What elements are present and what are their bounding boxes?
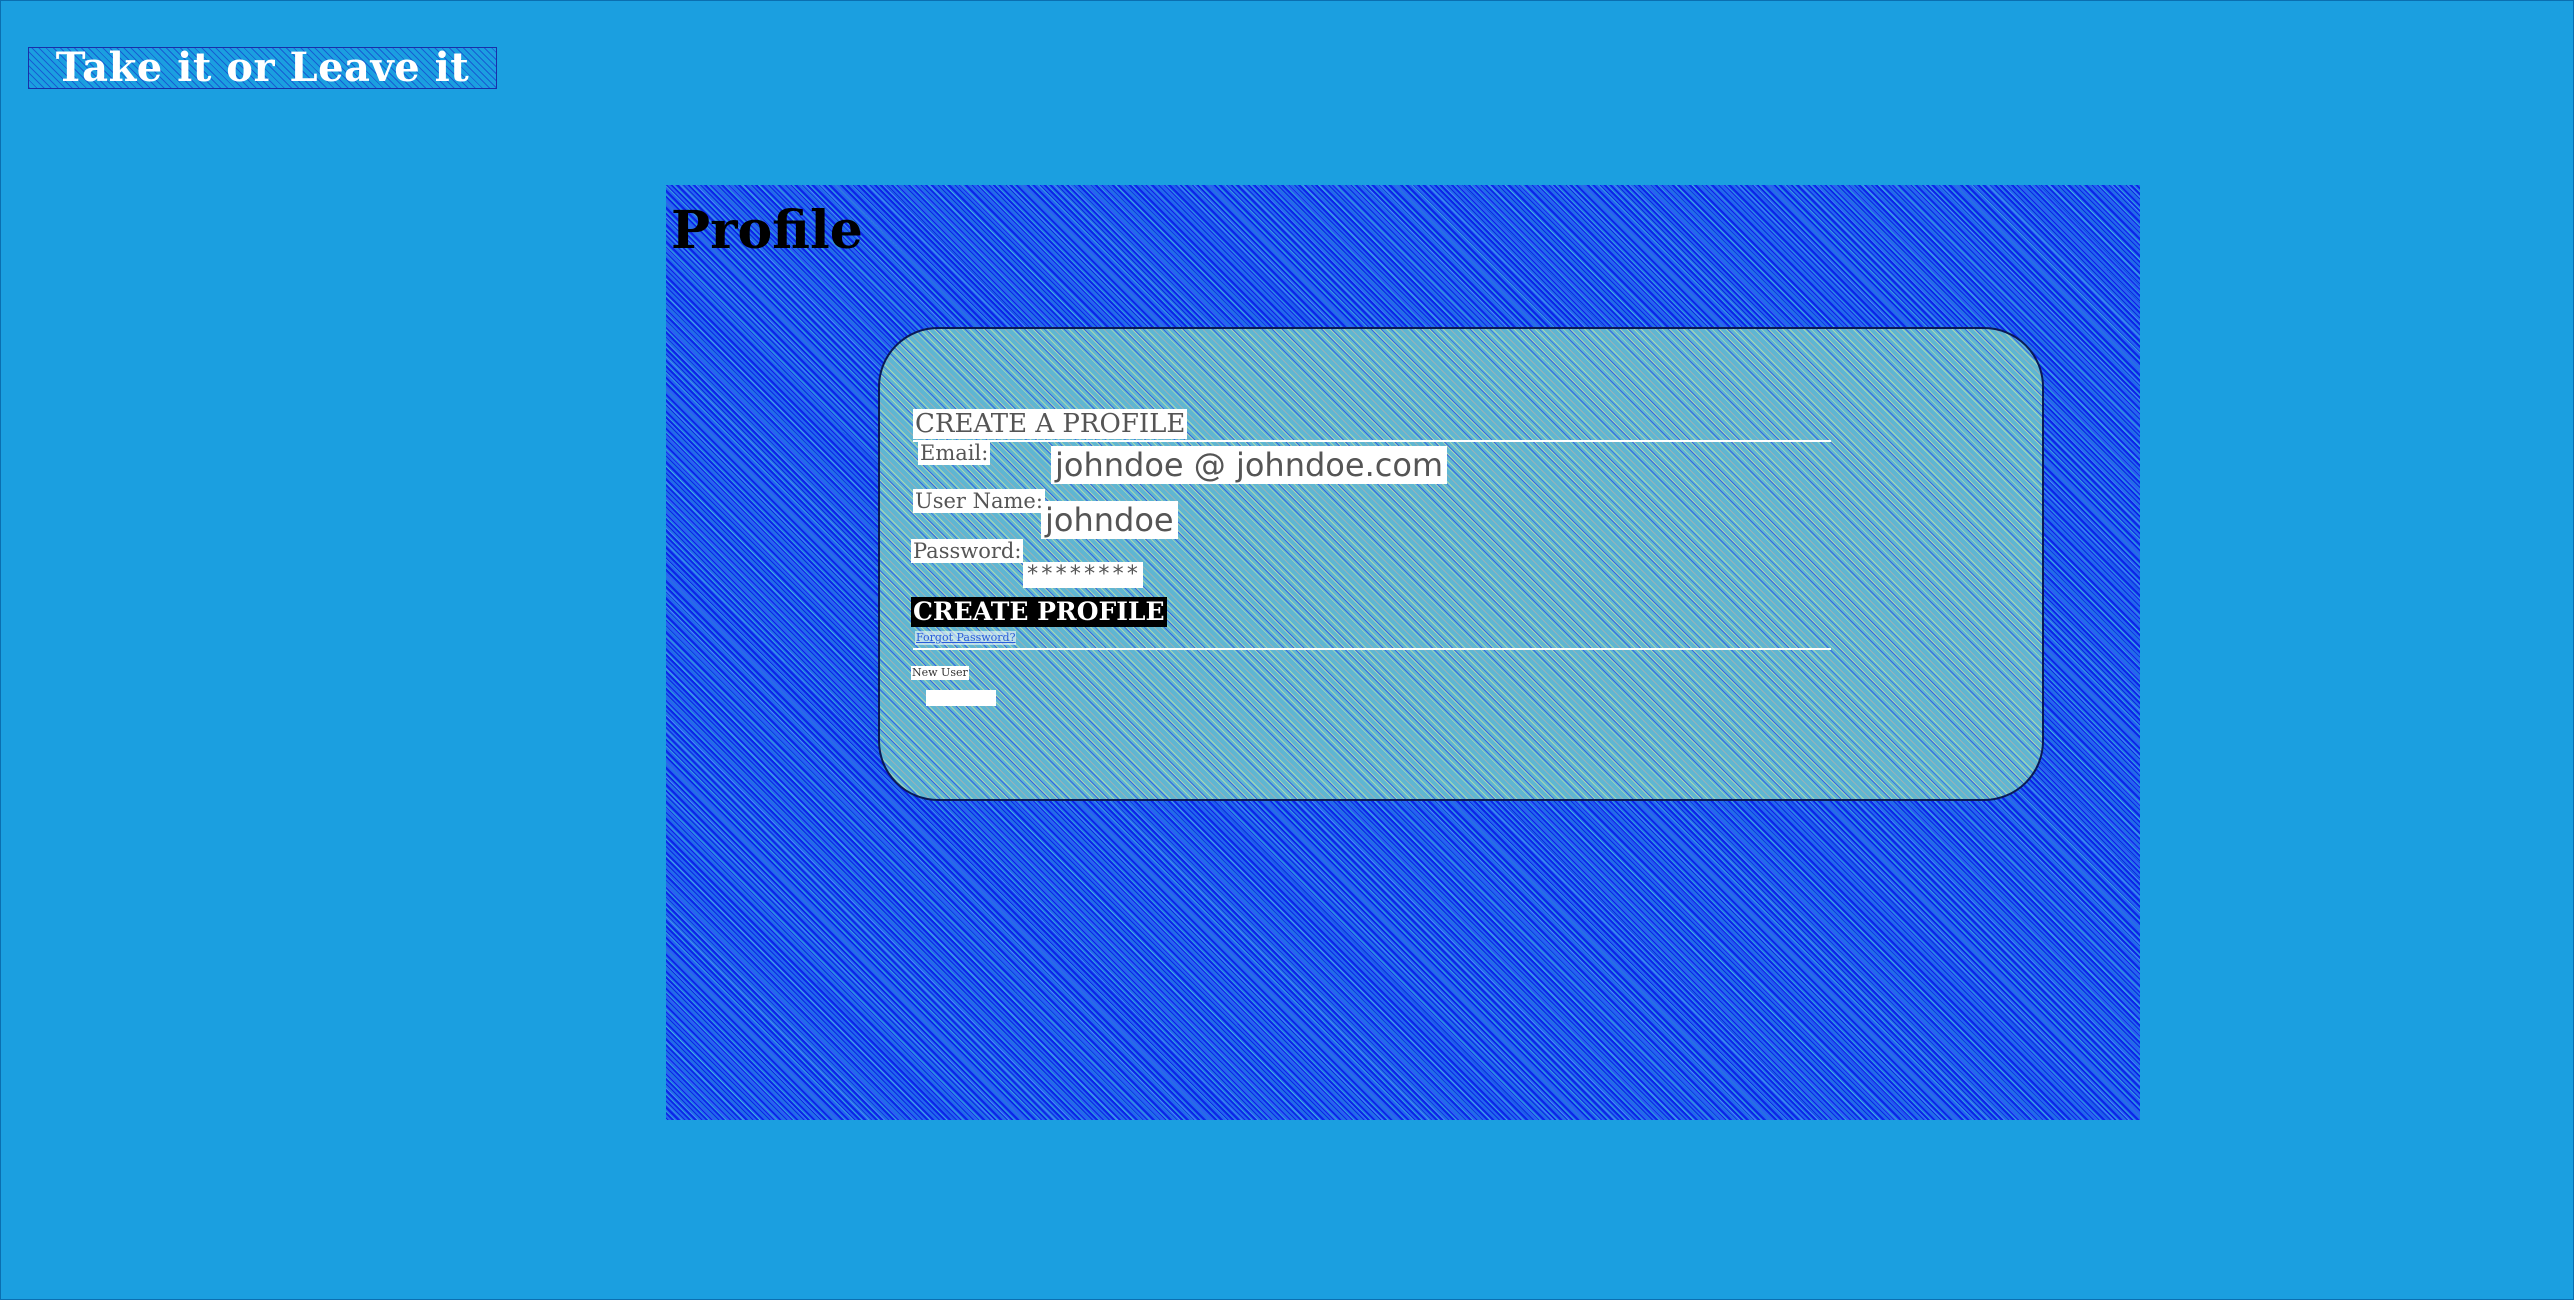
profile-panel: Profile CREATE A PROFILE Email: johndoe …	[666, 185, 2140, 1120]
site-logo-text: Take it or Leave it	[55, 44, 470, 91]
form-divider-top	[913, 440, 1831, 442]
forgot-password-link[interactable]: Forgot Password?	[915, 631, 1017, 645]
new-user-label: New User	[911, 666, 969, 680]
username-field[interactable]: johndoe	[1041, 501, 1178, 539]
page-title: Profile	[671, 200, 863, 261]
site-logo[interactable]: Take it or Leave it	[28, 47, 497, 89]
new-user-link[interactable]	[926, 690, 996, 706]
form-divider-bottom	[913, 648, 1831, 650]
password-field[interactable]: ********	[1023, 562, 1143, 588]
create-profile-button[interactable]: CREATE PROFILE	[911, 597, 1167, 627]
form-title: CREATE A PROFILE	[913, 409, 1188, 439]
create-profile-card: CREATE A PROFILE Email: johndoe @ johndo…	[878, 327, 2044, 801]
password-label: Password:	[911, 539, 1024, 563]
username-label: User Name:	[913, 489, 1045, 513]
email-label: Email:	[918, 441, 991, 465]
email-field[interactable]: johndoe @ johndoe.com	[1051, 446, 1448, 484]
